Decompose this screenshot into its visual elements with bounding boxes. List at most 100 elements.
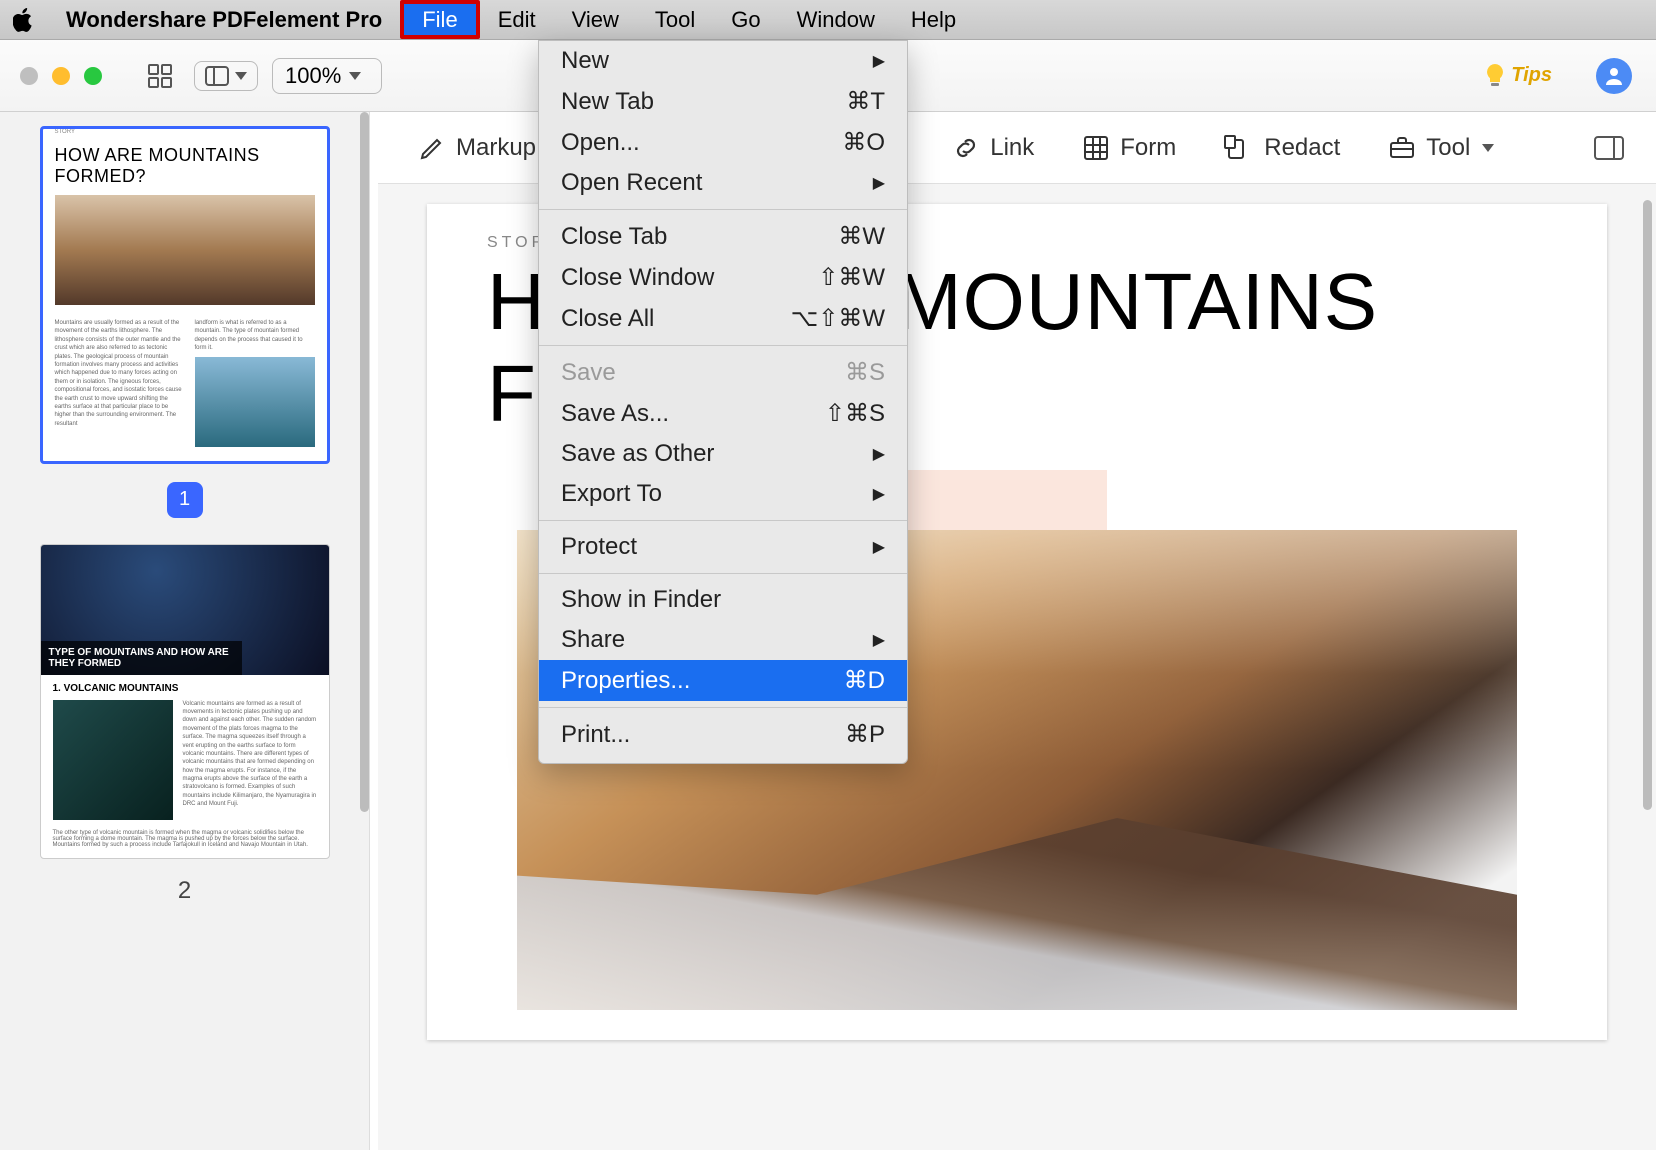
chevron-down-icon xyxy=(349,72,361,80)
file-menu-item-close-tab[interactable]: Close Tab ⌘W xyxy=(539,216,907,257)
tool-label: Tool xyxy=(1426,134,1470,162)
form-label: Form xyxy=(1120,134,1176,162)
submenu-arrow-icon: ▶ xyxy=(873,484,885,504)
menu-item-label: Export To xyxy=(561,480,662,508)
menu-item-label: Show in Finder xyxy=(561,586,721,614)
menu-help[interactable]: Help xyxy=(893,0,974,39)
redact-tool[interactable]: Redact xyxy=(1224,134,1340,162)
close-window-button[interactable] xyxy=(20,67,38,85)
menu-item-shortcut: ⌘W xyxy=(838,222,885,251)
menu-item-label: New Tab xyxy=(561,88,654,116)
redact-icon xyxy=(1224,134,1254,162)
menu-item-shortcut: ⌥⇧⌘W xyxy=(791,304,885,333)
sidebar-scrollbar[interactable] xyxy=(360,112,369,812)
menu-file[interactable]: File xyxy=(400,0,479,39)
menu-item-label: Close Tab xyxy=(561,223,667,251)
thumbnail-page-1[interactable]: STORY HOW ARE MOUNTAINS FORMED? Mountain… xyxy=(40,126,330,464)
thumb2-side-image xyxy=(53,700,173,820)
menu-item-label: Share xyxy=(561,626,625,654)
lightbulb-icon xyxy=(1485,63,1505,89)
menu-item-shortcut: ⌘T xyxy=(846,87,885,116)
menu-edit[interactable]: Edit xyxy=(480,0,554,39)
thumb2-subheading: 1. VOLCANIC MOUNTAINS xyxy=(41,675,329,696)
file-menu-item-close-all[interactable]: Close All ⌥⇧⌘W xyxy=(539,298,907,339)
menu-separator xyxy=(539,707,907,708)
tips-label: Tips xyxy=(1511,64,1552,87)
minimize-window-button[interactable] xyxy=(52,67,70,85)
file-menu-item-save[interactable]: Save⌘S xyxy=(539,352,907,393)
app-name[interactable]: Wondershare PDFelement Pro xyxy=(48,7,400,33)
tips-button[interactable]: Tips xyxy=(1485,63,1552,89)
user-icon xyxy=(1603,65,1625,87)
panel-toggle-button[interactable] xyxy=(194,61,258,91)
mac-menubar: Wondershare PDFelement Pro File Edit Vie… xyxy=(0,0,1656,40)
thumb2-footer-text: The other type of volcanic mountain is f… xyxy=(41,830,329,858)
menu-item-label: Save xyxy=(561,359,616,387)
menu-tool[interactable]: Tool xyxy=(637,0,713,39)
menu-separator xyxy=(539,345,907,346)
menu-item-shortcut: ⌘P xyxy=(845,720,885,749)
panel-right-icon xyxy=(1594,136,1624,160)
thumbnail-grid-icon[interactable] xyxy=(140,56,180,96)
file-menu-item-save-as[interactable]: Save As... ⇧⌘S xyxy=(539,393,907,434)
thumb2-text: Volcanic mountains are formed as a resul… xyxy=(183,700,317,820)
file-menu-item-open-recent[interactable]: Open Recent▶ xyxy=(539,163,907,203)
menu-item-label: Close Window xyxy=(561,264,714,292)
file-menu-item-export-to[interactable]: Export To ▶ xyxy=(539,474,907,514)
link-icon xyxy=(952,134,980,162)
pen-icon xyxy=(418,134,446,162)
submenu-arrow-icon: ▶ xyxy=(873,630,885,650)
menu-item-label: Properties... xyxy=(561,667,690,695)
page-badge-1: 1 xyxy=(167,482,203,518)
submenu-arrow-icon: ▶ xyxy=(873,537,885,557)
grid-icon xyxy=(1082,134,1110,162)
menu-item-label: Save As... xyxy=(561,400,669,428)
link-tool[interactable]: Link xyxy=(952,134,1034,162)
apple-menu-icon[interactable] xyxy=(0,8,48,32)
form-tool[interactable]: Form xyxy=(1082,134,1176,162)
file-menu-item-new[interactable]: New▶ xyxy=(539,41,907,81)
file-menu-item-close-window[interactable]: Close Window⇧⌘W xyxy=(539,257,907,298)
file-menu-item-new-tab[interactable]: New Tab ⌘T xyxy=(539,81,907,122)
menu-item-label: Close All xyxy=(561,305,654,333)
menu-separator xyxy=(539,209,907,210)
menu-view[interactable]: View xyxy=(554,0,637,39)
menu-item-label: Protect xyxy=(561,533,637,561)
thumb1-secondary-image xyxy=(195,357,315,447)
markup-tool[interactable]: Markup xyxy=(418,134,536,162)
menu-window[interactable]: Window xyxy=(779,0,893,39)
menu-item-label: Save as Other xyxy=(561,440,714,468)
page-number-2: 2 xyxy=(0,877,369,905)
menu-separator xyxy=(539,520,907,521)
file-menu-item-save-as-other[interactable]: Save as Other ▶ xyxy=(539,434,907,474)
thumbnail-sidebar: STORY HOW ARE MOUNTAINS FORMED? Mountain… xyxy=(0,112,370,1150)
menu-item-shortcut: ⇧⌘S xyxy=(825,399,885,428)
fullscreen-window-button[interactable] xyxy=(84,67,102,85)
submenu-arrow-icon: ▶ xyxy=(873,444,885,464)
menu-item-label: New xyxy=(561,47,609,75)
zoom-selector[interactable]: 100% xyxy=(272,58,382,94)
thumbnail-page-2[interactable]: TYPE OF MOUNTAINS AND HOW ARE THEY FORME… xyxy=(40,544,330,859)
window-controls xyxy=(0,67,102,85)
thumb2-hero-image: TYPE OF MOUNTAINS AND HOW ARE THEY FORME… xyxy=(41,545,329,675)
menu-item-shortcut: ⌘O xyxy=(842,128,885,157)
tool-menu[interactable]: Tool xyxy=(1388,134,1494,162)
file-menu-item-print[interactable]: Print... ⌘P xyxy=(539,714,907,755)
account-avatar[interactable] xyxy=(1596,58,1632,94)
file-menu-item-share[interactable]: Share ▶ xyxy=(539,620,907,660)
right-panel-toggle[interactable] xyxy=(1590,130,1628,166)
file-menu-item-properties[interactable]: Properties... ⌘D xyxy=(539,660,907,701)
menu-item-shortcut: ⌘D xyxy=(844,666,885,695)
file-menu-item-open[interactable]: Open...⌘O xyxy=(539,122,907,163)
menu-go[interactable]: Go xyxy=(713,0,778,39)
thumb1-hero-image xyxy=(55,195,315,305)
canvas-scrollbar[interactable] xyxy=(1643,200,1652,810)
chevron-down-icon xyxy=(235,72,247,80)
file-menu-item-protect[interactable]: Protect ▶ xyxy=(539,527,907,567)
markup-label: Markup xyxy=(456,134,536,162)
submenu-arrow-icon: ▶ xyxy=(873,173,885,193)
toolbox-icon xyxy=(1388,134,1416,162)
menu-separator xyxy=(539,573,907,574)
menu-item-label: Print... xyxy=(561,721,630,749)
file-menu-item-show-in-finder[interactable]: Show in Finder xyxy=(539,580,907,620)
